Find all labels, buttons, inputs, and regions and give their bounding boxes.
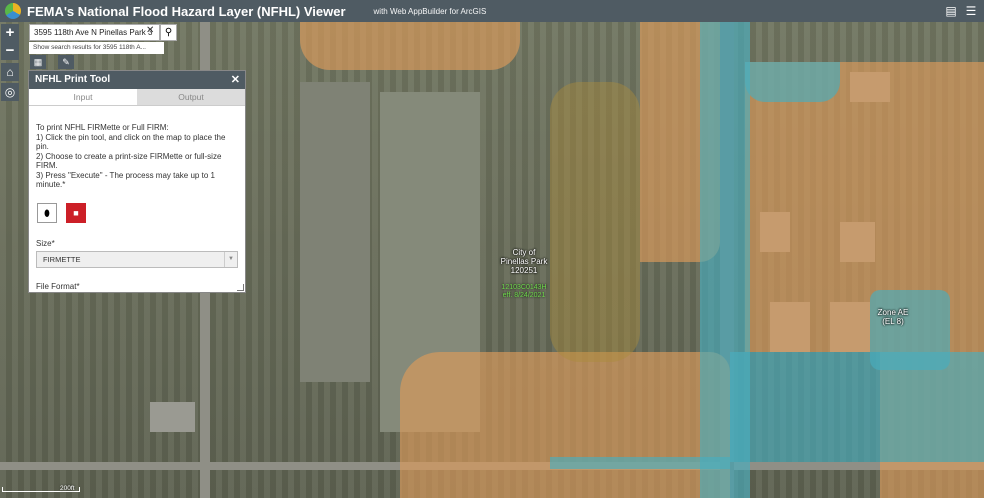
- flood-zone-a: [400, 352, 730, 498]
- search-button[interactable]: ⚲: [160, 24, 177, 41]
- zoom-control: + −: [1, 24, 19, 60]
- draw-button[interactable]: ✎: [58, 55, 74, 69]
- zone-ae-label: Zone AE (EL 8): [870, 308, 916, 326]
- close-icon[interactable]: ✕: [231, 71, 240, 89]
- firm-panel-label: 12103C0143H eff. 8/24/2021: [494, 284, 554, 300]
- scale-label: 200ft: [60, 485, 75, 492]
- search-input[interactable]: 3595 118th Ave N Pinellas Park 3: [29, 24, 160, 41]
- app-title: FEMA's National Flood Hazard Layer (NFHL…: [27, 3, 346, 19]
- header-user-icon[interactable]: ☰: [964, 4, 978, 18]
- agol-logo-icon: [5, 3, 21, 19]
- instruction-line: 2) Choose to create a print-size FIRMett…: [36, 151, 222, 171]
- delete-pin-button[interactable]: ■: [66, 202, 86, 223]
- instructions: To print NFHL FIRMette or Full FIRM: 1) …: [29, 106, 245, 190]
- file-format-label: File Format*: [36, 281, 80, 291]
- community-id-line: 120251: [510, 266, 538, 275]
- flood-zone-ae: [730, 352, 984, 462]
- map-building: [150, 402, 195, 432]
- firm-panel-effective-date: eff. 8/24/2021: [502, 292, 546, 299]
- flood-zone-ae: [550, 457, 730, 469]
- home-button[interactable]: ⌂: [1, 63, 19, 81]
- home-icon: ⌂: [6, 65, 14, 79]
- flood-zone-ae: [745, 62, 840, 102]
- flood-zone-a: [300, 22, 520, 70]
- panel-header: NFHL Print Tool ✕: [29, 71, 245, 89]
- instruction-line: 1) Click the pin tool, and click on the …: [36, 132, 226, 152]
- pin-tool-button[interactable]: ⬮: [37, 202, 57, 223]
- search-icon: ⚲: [164, 27, 173, 38]
- map-building: [300, 82, 370, 382]
- locate-button[interactable]: ◎: [1, 83, 19, 101]
- size-label: Size*: [36, 238, 55, 248]
- panel-tabs: Input Output: [29, 89, 245, 106]
- community-label: City of Pinellas Park 120251: [494, 248, 554, 275]
- pin-icon: ⬮: [44, 207, 50, 218]
- flood-zone-a: [550, 82, 640, 362]
- trash-icon: ■: [73, 207, 79, 218]
- zoom-out-button[interactable]: −: [1, 42, 19, 60]
- size-select[interactable]: FIRMETTE ▼: [36, 250, 238, 268]
- firm-panel-number: 12103C0143H: [501, 284, 547, 291]
- community-name-line: Pinellas Park: [500, 257, 548, 266]
- community-name-line: City of: [512, 248, 536, 257]
- app-subtitle: with Web AppBuilder for ArcGIS: [373, 6, 487, 16]
- pencil-icon: ✎: [62, 57, 70, 67]
- app-header: FEMA's National Flood Hazard Layer (NFHL…: [0, 0, 984, 22]
- header-info-icon[interactable]: ▤: [944, 4, 958, 18]
- tab-input[interactable]: Input: [29, 89, 137, 105]
- zone-name: Zone AE: [877, 308, 909, 317]
- clear-search-button[interactable]: ✕: [146, 25, 154, 36]
- instruction-line: 3) Press "Execute" - The process may tak…: [36, 170, 215, 190]
- zoom-in-button[interactable]: +: [1, 24, 19, 42]
- nfhl-print-tool-panel: NFHL Print Tool ✕ Input Output To print …: [28, 70, 246, 293]
- table-icon: ▦: [33, 57, 43, 67]
- panel-title: NFHL Print Tool: [35, 74, 111, 85]
- size-select-value: FIRMETTE: [43, 254, 81, 264]
- tab-output[interactable]: Output: [137, 89, 245, 105]
- pin-tool-row: ⬮ ■: [37, 202, 245, 223]
- zone-elevation: (EL 8): [882, 317, 904, 326]
- locate-icon: ◎: [4, 85, 16, 99]
- resize-handle[interactable]: [237, 284, 244, 291]
- search-suggestion[interactable]: Show search results for 3595 118th A...: [29, 42, 164, 54]
- attribute-table-button[interactable]: ▦: [30, 55, 46, 69]
- chevron-down-icon: ▼: [224, 251, 237, 267]
- instruction-line: To print NFHL FIRMette or Full FIRM:: [36, 123, 169, 132]
